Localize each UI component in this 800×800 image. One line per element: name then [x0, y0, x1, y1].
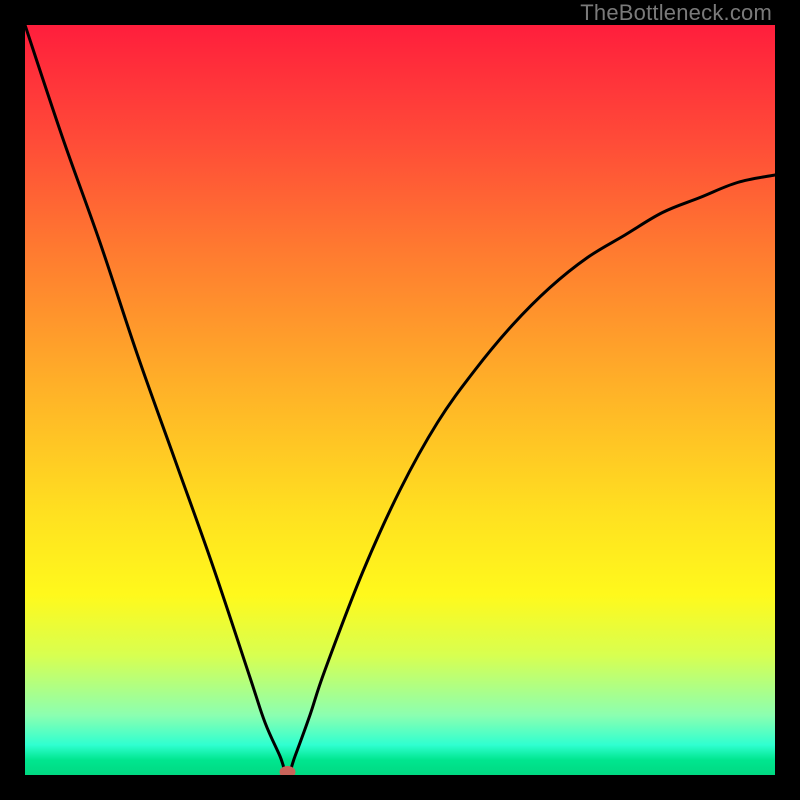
plot-area — [25, 25, 775, 775]
watermark-text: TheBottleneck.com — [580, 0, 772, 26]
curve-path — [25, 25, 775, 775]
chart-frame: TheBottleneck.com — [0, 0, 800, 800]
bottleneck-curve — [25, 25, 775, 775]
marker-dot — [280, 766, 296, 775]
